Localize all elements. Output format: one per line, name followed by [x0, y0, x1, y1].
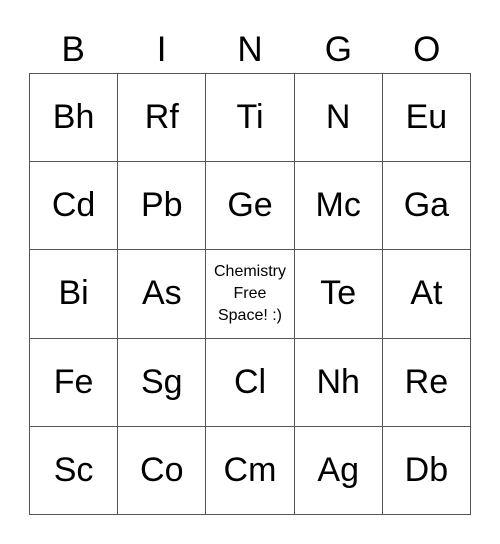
- header-letter-n: N: [237, 30, 263, 69]
- bingo-cell[interactable]: Pb: [118, 162, 207, 251]
- bingo-cell[interactable]: Eu: [382, 74, 471, 163]
- bingo-cell[interactable]: At: [382, 250, 471, 339]
- bingo-cell[interactable]: Sg: [118, 338, 207, 427]
- bingo-cell[interactable]: Ga: [382, 162, 471, 251]
- bingo-cell[interactable]: Bi: [30, 250, 119, 339]
- bingo-grid: Bh Rf Ti N Eu Cd Pb Ge Mc Ga Bi As Chemi…: [29, 73, 471, 515]
- bingo-cell[interactable]: Bh: [30, 74, 119, 163]
- bingo-cell[interactable]: N: [294, 74, 383, 163]
- bingo-cell[interactable]: Cl: [206, 338, 295, 427]
- header-letter-i: I: [156, 30, 167, 69]
- bingo-cell[interactable]: Te: [294, 250, 383, 339]
- bingo-cell[interactable]: Mc: [294, 162, 383, 251]
- bingo-cell[interactable]: Sc: [30, 426, 119, 515]
- bingo-cell[interactable]: Ti: [206, 74, 295, 163]
- bingo-cell[interactable]: Ag: [294, 426, 383, 515]
- header-letter-g: G: [324, 30, 352, 69]
- bingo-cell[interactable]: Fe: [30, 338, 119, 427]
- free-space-cell[interactable]: Chemistry Free Space! :): [206, 250, 295, 339]
- bingo-cell[interactable]: Nh: [294, 338, 383, 427]
- bingo-cell[interactable]: Db: [382, 426, 471, 515]
- header-letter-o: O: [413, 30, 441, 69]
- bingo-cell[interactable]: As: [118, 250, 207, 339]
- bingo-cell[interactable]: Ge: [206, 162, 295, 251]
- bingo-cell[interactable]: Cm: [206, 426, 295, 515]
- header-letter-b: B: [61, 30, 85, 69]
- bingo-cell[interactable]: Cd: [30, 162, 119, 251]
- bingo-cell[interactable]: Re: [382, 338, 471, 427]
- bingo-cell[interactable]: Co: [118, 426, 207, 515]
- bingo-cell[interactable]: Rf: [118, 74, 207, 163]
- bingo-header: B I N G O: [29, 28, 471, 72]
